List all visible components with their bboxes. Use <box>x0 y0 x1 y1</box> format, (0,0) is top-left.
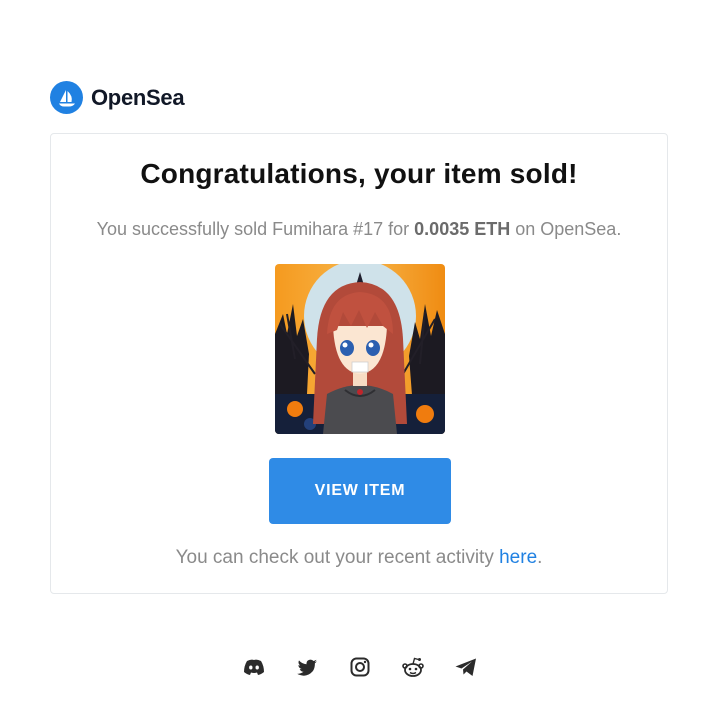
view-item-button[interactable]: VIEW ITEM <box>269 458 451 524</box>
headline: Congratulations, your item sold! <box>140 158 578 189</box>
sale-summary-prefix: You successfully sold <box>96 219 273 239</box>
item-name: Fumihara #17 <box>272 219 384 239</box>
brand-header[interactable]: OpenSea <box>50 81 185 114</box>
activity-suffix: . <box>537 547 543 568</box>
sale-price: 0.0035 ETH <box>414 219 511 239</box>
opensea-ship-icon <box>50 81 83 114</box>
nft-image[interactable] <box>275 264 445 434</box>
activity-line: You can check out your recent activity h… <box>51 547 667 569</box>
notification-card: Congratulations, your item sold! You suc… <box>50 133 668 594</box>
activity-prefix: You can check out your recent activity <box>175 547 500 568</box>
reddit-icon[interactable] <box>402 656 424 678</box>
discord-icon[interactable] <box>243 656 265 678</box>
sale-summary: You successfully sold Fumihara #17 for 0… <box>51 219 667 240</box>
sale-summary-suffix: on OpenSea. <box>510 219 622 239</box>
brand-name: OpenSea <box>91 84 185 110</box>
telegram-icon[interactable] <box>455 656 477 678</box>
instagram-icon[interactable] <box>349 656 371 678</box>
sale-summary-middle: for <box>383 219 415 239</box>
social-links <box>0 656 720 678</box>
activity-link[interactable]: here <box>499 547 537 568</box>
email-page: OpenSea Congratulations, your item sold!… <box>0 0 720 720</box>
twitter-icon[interactable] <box>296 656 318 678</box>
